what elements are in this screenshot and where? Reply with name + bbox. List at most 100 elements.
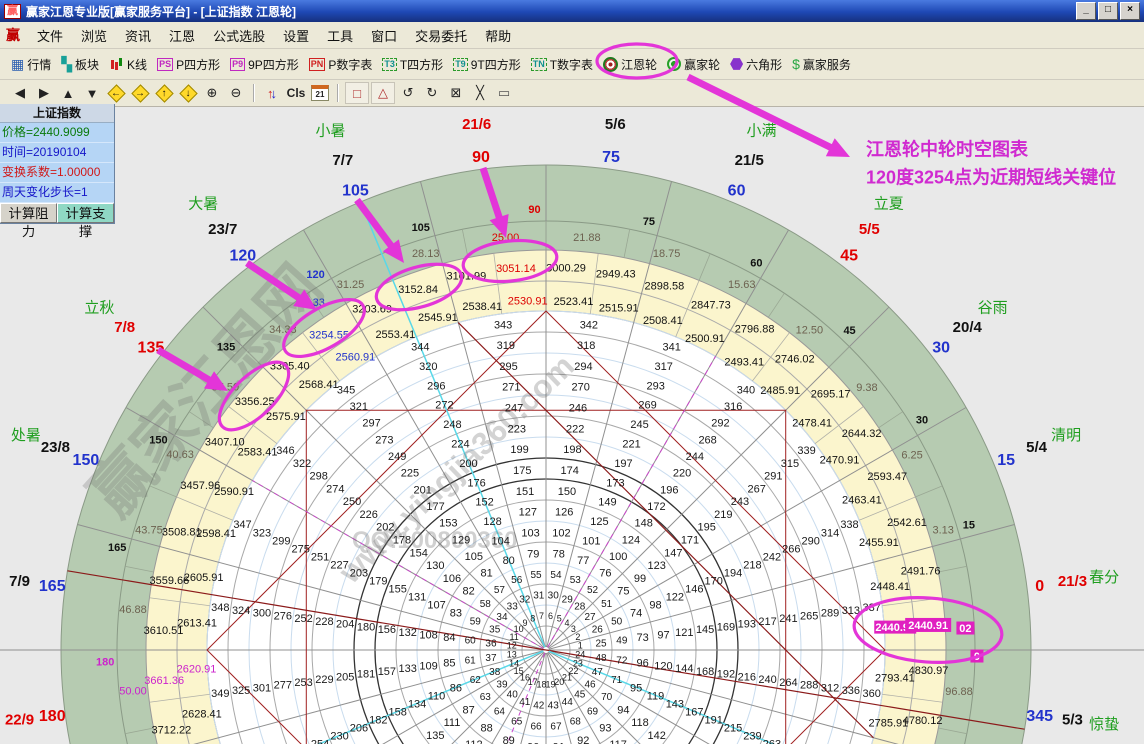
grid-icon: ▦: [11, 57, 24, 71]
menu-item-1[interactable]: 浏览: [72, 24, 116, 47]
svg-text:290: 290: [802, 535, 820, 547]
svg-text:92: 92: [577, 735, 589, 744]
svg-text:315: 315: [781, 458, 799, 470]
fullscreen-button[interactable]: ⊠: [445, 83, 467, 103]
svg-text:142: 142: [647, 730, 665, 742]
toolbar-item-p-number-table[interactable]: PNP数字表: [304, 54, 378, 75]
svg-text:198: 198: [563, 444, 581, 456]
svg-text:9.38: 9.38: [856, 382, 877, 394]
menu-item-2[interactable]: 资讯: [116, 24, 160, 47]
svg-text:3508.81: 3508.81: [162, 527, 202, 539]
svg-text:323: 323: [253, 527, 271, 539]
board-button[interactable]: ▭: [493, 83, 515, 103]
calendar-button[interactable]: 21: [309, 83, 331, 103]
pan-left-button[interactable]: ◀: [9, 83, 31, 103]
toolbar-item-p-square[interactable]: PSP四方形: [152, 54, 225, 75]
toolbar-item-gann-wheel[interactable]: 江恩轮: [598, 54, 662, 75]
zoom-in-button[interactable]: ⊕: [201, 83, 223, 103]
zoom-out-button[interactable]: ⊖: [225, 83, 247, 103]
toolbar-item-9t-square[interactable]: T99T四方形: [448, 54, 526, 75]
square-tool-button[interactable]: □: [345, 82, 369, 104]
svg-text:192: 192: [717, 669, 735, 681]
step-up-button[interactable]: ↑: [153, 83, 175, 103]
toolbar-item-hexagon[interactable]: 六角形: [725, 54, 787, 75]
svg-text:30: 30: [548, 591, 560, 602]
svg-text:3712.22: 3712.22: [151, 725, 191, 737]
cyan-radial-overlay: [149, 651, 543, 744]
svg-text:313: 313: [842, 605, 860, 617]
menu-item-7[interactable]: 窗口: [362, 24, 406, 47]
svg-text:50: 50: [611, 616, 623, 627]
cls-button[interactable]: Cls: [285, 83, 307, 103]
pan-right-button[interactable]: ▶: [33, 83, 55, 103]
svg-text:2628.41: 2628.41: [182, 709, 222, 721]
rotate-cw-button[interactable]: ↻: [421, 83, 443, 103]
step-right-button[interactable]: →: [129, 83, 151, 103]
svg-text:80: 80: [503, 555, 515, 567]
svg-text:101: 101: [582, 535, 600, 547]
menu-item-6[interactable]: 工具: [318, 24, 362, 47]
toolbar-item-winner-wheel[interactable]: 赢家轮: [662, 54, 725, 75]
svg-text:153: 153: [439, 518, 457, 530]
svg-text:150: 150: [149, 435, 167, 447]
svg-text:131: 131: [408, 592, 426, 604]
svg-text:44: 44: [562, 697, 574, 708]
svg-text:3254.55: 3254.55: [309, 329, 349, 341]
menu-item-5[interactable]: 设置: [274, 24, 318, 47]
toolbar-item-9p-square[interactable]: P99P四方形: [225, 54, 304, 75]
svg-text:275: 275: [292, 543, 310, 555]
toolbar-item-sectors[interactable]: ▚板块: [56, 54, 104, 75]
toolbar-item-t-number-table[interactable]: TNT数字表: [526, 54, 598, 75]
calc-support-button[interactable]: 计算支撑: [57, 203, 114, 223]
svg-text:43.75: 43.75: [135, 524, 163, 536]
pan-down-button[interactable]: ▼: [81, 83, 103, 103]
svg-text:54: 54: [550, 570, 562, 581]
menu-item-9[interactable]: 帮助: [476, 24, 520, 47]
toolbar-item-kline[interactable]: K线: [104, 54, 152, 75]
gann-wheel-chart[interactable]: 赢家江恩网www.yingjia360.comQQ:10080036012345…: [0, 0, 1144, 744]
svg-text:2644.32: 2644.32: [842, 428, 882, 440]
svg-text:245: 245: [630, 419, 648, 431]
svg-text:76: 76: [599, 568, 611, 580]
degree-label: 150: [73, 452, 100, 469]
annotation-arrow: [357, 200, 394, 250]
toolbar-item-winner-service[interactable]: $赢家服务: [787, 54, 856, 75]
fit-button[interactable]: ╳: [469, 83, 491, 103]
svg-text:2793.41: 2793.41: [875, 672, 915, 684]
degree-label: 345: [1026, 708, 1053, 725]
menu-item-3[interactable]: 江恩: [160, 24, 204, 47]
t3-icon: T3: [382, 58, 397, 71]
svg-text:5: 5: [557, 613, 562, 623]
date-label: 7/7: [332, 152, 353, 169]
svg-text:21: 21: [562, 673, 572, 683]
svg-text:27: 27: [584, 612, 596, 623]
step-left-button[interactable]: ←: [105, 83, 127, 103]
svg-text:58: 58: [480, 599, 492, 610]
svg-text:147: 147: [664, 547, 682, 559]
svg-text:337: 337: [863, 602, 881, 614]
step-down-button[interactable]: ↓: [177, 83, 199, 103]
highlight-ellipse: [371, 256, 467, 319]
toolbar-item-quotes[interactable]: ▦行情: [6, 54, 56, 75]
maximize-button[interactable]: □: [1098, 2, 1118, 20]
menu-item-8[interactable]: 交易委托: [406, 24, 476, 47]
toolbar-item-t-square[interactable]: T3T四方形: [377, 54, 448, 75]
calc-resistance-button[interactable]: 计算阻力: [0, 203, 57, 223]
rotate-ccw-button[interactable]: ↺: [397, 83, 419, 103]
close-button[interactable]: ×: [1120, 2, 1140, 20]
svg-text:178: 178: [393, 534, 411, 546]
svg-text:73: 73: [637, 632, 649, 644]
svg-text:321: 321: [350, 401, 368, 413]
svg-text:103: 103: [521, 527, 539, 539]
triangle-tool-button[interactable]: △: [371, 82, 395, 104]
svg-text:157: 157: [378, 666, 396, 678]
svg-text:296: 296: [427, 380, 445, 392]
solar-term-label: 立秋: [84, 300, 114, 317]
menu-item-4[interactable]: 公式选股: [204, 24, 274, 47]
updown-button[interactable]: ↑↓: [261, 83, 283, 103]
red-square-overlay: [306, 410, 785, 744]
pan-up-button[interactable]: ▲: [57, 83, 79, 103]
watermark: QQ:100800360: [352, 527, 517, 554]
minimize-button[interactable]: _: [1076, 2, 1096, 20]
menu-item-0[interactable]: 文件: [28, 24, 72, 47]
